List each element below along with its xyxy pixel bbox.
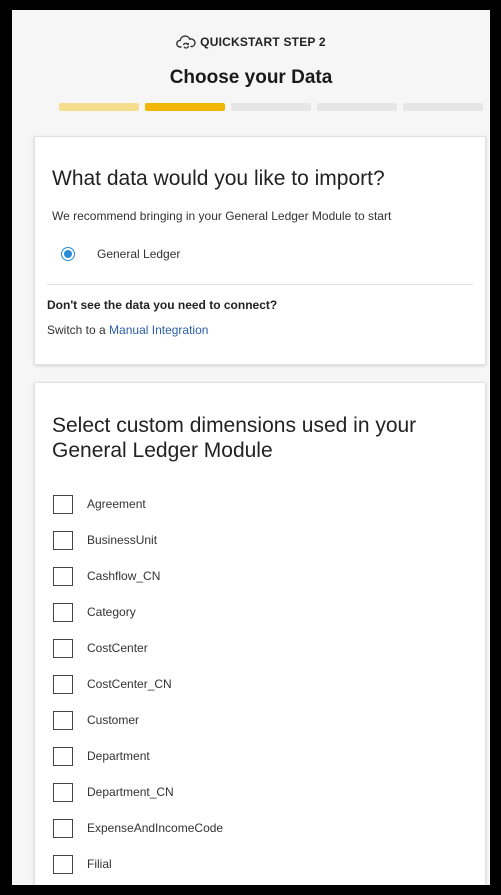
dimensions-list: Agreement BusinessUnit Cashflow_CN Categ… [53, 486, 223, 885]
switch-notice: Switch to a Manual Integration [47, 323, 208, 337]
dimension-label: Department_CN [87, 785, 174, 799]
page-title: Choose your Data [169, 67, 333, 88]
dimension-item[interactable]: Department_CN [53, 774, 223, 810]
progress-segment [403, 103, 483, 111]
dimension-label: ExpenseAndIncomeCode [87, 821, 224, 835]
progress-segment [317, 103, 397, 111]
dimension-checkbox[interactable] [53, 530, 73, 550]
dimension-checkbox[interactable] [53, 674, 73, 694]
dimension-item[interactable]: Category [53, 594, 223, 630]
dimension-item[interactable]: CostCenter_CN [53, 666, 223, 702]
dimension-label: Filial [87, 857, 112, 871]
dimension-checkbox[interactable] [53, 638, 73, 658]
dimension-checkbox[interactable] [53, 710, 73, 730]
dimension-item[interactable]: ExpenseAndIncomeCode [53, 810, 223, 846]
dimension-item[interactable]: Customer [53, 702, 223, 738]
app-frame: QUICKSTART STEP 2 Choose your Data What … [12, 10, 490, 885]
dimensions-card-title: Select custom dimensions used in your Ge… [52, 414, 417, 462]
dimension-label: Category [87, 605, 136, 619]
dimension-checkbox[interactable] [53, 602, 73, 622]
divider [47, 284, 473, 285]
dimension-label: BusinessUnit [87, 533, 158, 547]
import-card-title: What data would you like to import? [52, 167, 385, 190]
dimension-item[interactable]: Agreement [53, 486, 223, 522]
dimension-label: Agreement [87, 497, 146, 511]
manual-integration-link[interactable]: Manual Integration [109, 323, 208, 337]
dimension-label: Department [87, 749, 150, 763]
dimension-item[interactable] [53, 882, 223, 885]
dimension-checkbox[interactable] [53, 782, 73, 802]
dimension-checkbox[interactable] [53, 818, 73, 838]
dimension-item[interactable]: BusinessUnit [53, 522, 223, 558]
dimension-item[interactable]: Cashflow_CN [53, 558, 223, 594]
progress-bar [59, 103, 483, 111]
progress-segment [145, 103, 225, 111]
dimension-item[interactable]: CostCenter [53, 630, 223, 666]
dimensions-card: Select custom dimensions used in your Ge… [34, 382, 486, 885]
header: QUICKSTART STEP 2 Choose your Data [12, 10, 490, 89]
import-card: What data would you like to import? We r… [34, 136, 486, 365]
dimension-checkbox[interactable] [53, 494, 73, 514]
progress-segment [59, 103, 139, 111]
dimension-label: CostCenter [87, 641, 148, 655]
dimension-checkbox[interactable] [53, 566, 73, 586]
dimension-item[interactable]: Filial [53, 846, 223, 882]
cloud-sync-icon [176, 34, 196, 50]
dimension-checkbox[interactable] [53, 746, 73, 766]
radio-selected-dot [64, 250, 72, 258]
switch-prefix: Switch to a [47, 323, 106, 337]
general-ledger-radio[interactable] [61, 247, 75, 261]
dimension-item[interactable]: Department [53, 738, 223, 774]
step-label: QUICKSTART STEP 2 [200, 35, 326, 49]
import-recommendation-text: We recommend bringing in your General Le… [52, 209, 392, 223]
dimension-checkbox[interactable] [53, 854, 73, 874]
progress-segment [231, 103, 311, 111]
general-ledger-label: General Ledger [97, 247, 181, 261]
step-indicator: QUICKSTART STEP 2 [12, 34, 490, 50]
dimension-label: Customer [87, 713, 140, 727]
missing-data-heading: Don't see the data you need to connect? [47, 298, 278, 312]
dimension-label: Cashflow_CN [87, 569, 161, 583]
dimension-label: CostCenter_CN [87, 677, 172, 691]
general-ledger-option[interactable]: General Ledger [61, 247, 180, 261]
